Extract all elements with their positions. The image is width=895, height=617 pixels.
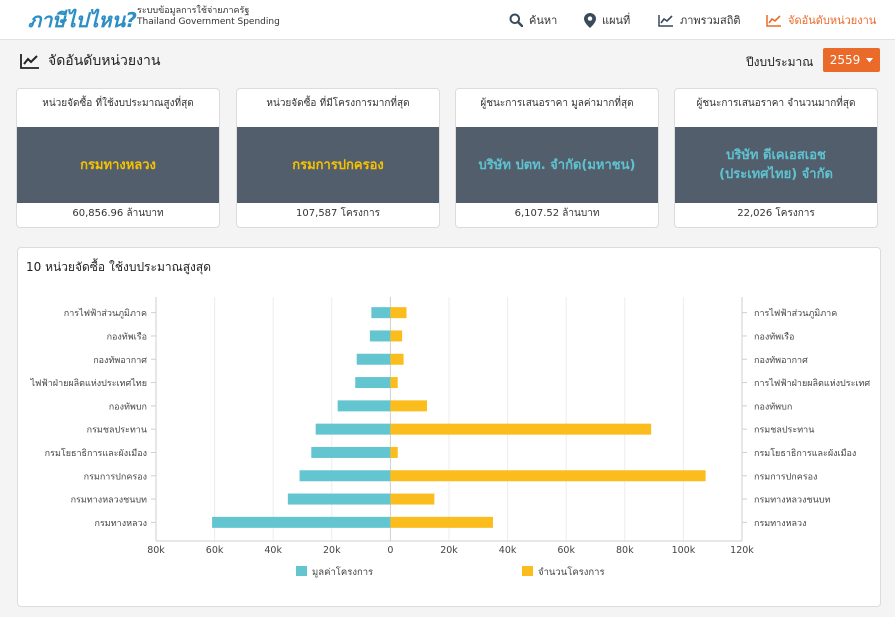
nav-overview[interactable]: ภาพรวมสถิติ xyxy=(658,11,741,29)
stat-card-name[interactable]: บริษัท ปตท. จำกัด(มหาชน) xyxy=(456,127,658,203)
brand-subtitle-english: Thailand Government Spending xyxy=(137,17,280,27)
category-label-right: กรมโยธาธิการและผังเมือง xyxy=(754,448,856,459)
bar-right-count xyxy=(390,493,435,505)
x-tick-label: 40k xyxy=(499,545,517,556)
search-icon xyxy=(509,13,523,27)
category-label-right: กองทัพอากาศ xyxy=(754,356,808,366)
legend-swatch-count xyxy=(522,566,533,576)
x-tick-label: 20k xyxy=(440,545,458,556)
x-tick-label: 60k xyxy=(557,545,575,556)
bar-left-value xyxy=(287,493,391,505)
category-label-right: การไฟฟ้าส่วนภูมิภาค xyxy=(754,308,837,319)
bar-right-count xyxy=(390,400,428,412)
category-label-right: กรมทางหลวง xyxy=(754,519,807,529)
x-tick-label: 120k xyxy=(730,545,754,556)
bar-left-value xyxy=(212,516,391,528)
x-tick-label: 0 xyxy=(387,545,393,556)
stat-card-title: หน่วยจัดซื้อ ที่มีโครงการมากที่สุด xyxy=(266,98,410,109)
line-chart-icon xyxy=(766,14,781,27)
bar-right-count xyxy=(390,307,407,319)
category-label-left: ไฟฟ้าฝ่ายผลิตแห่งประเทศไทย xyxy=(29,378,147,389)
bar-left-value xyxy=(371,307,391,319)
line-chart-icon xyxy=(20,54,39,69)
category-label-left: กรมทางหลวงชนบท xyxy=(71,496,147,506)
bar-left-value xyxy=(299,470,391,482)
stat-card-title: หน่วยจัดซื้อ ที่ใช้งบประมาณสูงที่สุด xyxy=(42,98,194,109)
category-label-left: กองทัพอากาศ xyxy=(93,356,147,366)
stat-card-top-winner-value: ผู้ชนะการเสนอราคา มูลค่ามากที่สุด บริษัท… xyxy=(455,88,659,228)
bar-right-count xyxy=(390,353,404,365)
page-title: จัดอันดับหน่วยงาน xyxy=(20,50,160,72)
category-label-right: กรมชลประทาน xyxy=(754,426,814,436)
brand-subtitle-thai: ระบบข้อมูลการใช้จ่ายภาครัฐ xyxy=(137,6,250,16)
bar-right-count xyxy=(390,470,706,482)
category-label-right: กองทัพเรือ xyxy=(754,331,794,342)
x-tick-label: 40k xyxy=(264,545,282,556)
nav-map-label: แผนที่ xyxy=(602,14,631,27)
stat-card-value: 107,587 โครงการ xyxy=(296,208,380,219)
bar-left-value xyxy=(311,446,391,458)
stat-card-value: 22,026 โครงการ xyxy=(737,208,815,219)
top10-chart-panel: 10 หน่วยจัดซื้อ ใช้งบประมาณสูงสุด 80k 60k… xyxy=(17,247,881,607)
brand-subtitle: ระบบข้อมูลการใช้จ่ายภาครัฐ Thailand Gove… xyxy=(137,6,280,28)
bar-left-value xyxy=(356,353,391,365)
category-label-left: กองทัพบก xyxy=(109,402,147,412)
caret-down-icon xyxy=(866,57,874,62)
bar-right-count xyxy=(390,446,398,458)
stat-card-value: 60,856.96 ล้านบาท xyxy=(72,208,164,219)
category-label-right: การไฟฟ้าฝ่ายผลิตแห่งประเทศ xyxy=(754,378,870,389)
nav-ranking-label: จัดอันดับหน่วยงาน xyxy=(788,14,877,27)
category-label-left: กรมทางหลวง xyxy=(95,519,148,529)
butterfly-bar-chart: 80k 60k 40k 20k 0 20k 40k 60k 80k 100k 120k การไฟฟ้… xyxy=(29,297,870,578)
category-label-right: กองทัพบก xyxy=(754,402,792,412)
x-tick-label: 60k xyxy=(206,545,224,556)
nav-overview-label: ภาพรวมสถิติ xyxy=(680,14,741,27)
stat-card-name[interactable]: บริษัท ดีเคเอสเอช (ประเทศไทย) จำกัด xyxy=(675,127,877,203)
stat-card-value: 6,107.52 ล้านบาท xyxy=(514,208,600,219)
bar-right-count xyxy=(390,423,652,435)
line-chart-icon xyxy=(658,14,673,27)
stat-card-name[interactable]: กรมการปกครอง xyxy=(237,127,439,203)
category-label-left: กรมโยธาธิการและผังเมือง xyxy=(45,448,147,459)
year-select-button[interactable]: 2559 xyxy=(823,48,880,72)
category-label-left: กรมการปกครอง xyxy=(84,472,147,482)
category-label-right: กรมการปกครอง xyxy=(754,472,817,482)
bar-left-value xyxy=(369,330,391,342)
nav-map[interactable]: แผนที่ xyxy=(584,11,630,29)
stat-card-title: ผู้ชนะการเสนอราคา จำนวนมากที่สุด xyxy=(696,98,856,109)
nav-search-label: ค้นหา xyxy=(529,14,558,27)
page-title-text: จัดอันดับหน่วยงาน xyxy=(48,53,161,69)
year-label: ปีงบประมาณ xyxy=(746,55,814,69)
brand-logo[interactable]: ภาษีไปไหน? xyxy=(28,4,137,36)
x-tick-label: 80k xyxy=(147,545,165,556)
x-tick-label: 80k xyxy=(616,545,634,556)
bar-right-count xyxy=(390,516,493,528)
stat-card-top-winner-count: ผู้ชนะการเสนอราคา จำนวนมากที่สุด บริษัท … xyxy=(674,88,878,228)
category-label-left: กองทัพเรือ xyxy=(107,331,147,342)
legend-swatch-value xyxy=(296,566,307,576)
category-label-left: กรมชลประทาน xyxy=(87,426,147,436)
category-label-right: กรมทางหลวงชนบท xyxy=(754,496,830,506)
stat-card-top-projects: หน่วยจัดซื้อ ที่มีโครงการมากที่สุด กรมกา… xyxy=(236,88,440,228)
x-tick-label: 20k xyxy=(323,545,341,556)
bar-left-value xyxy=(315,423,391,435)
top-navbar: ภาษีไปไหน? ระบบข้อมูลการใช้จ่ายภาครัฐ Th… xyxy=(0,0,895,40)
year-value: 2559 xyxy=(829,53,861,67)
bar-right-count xyxy=(390,377,398,389)
legend-label-count: จำนวนโครงการ xyxy=(538,566,605,578)
stat-card-title: ผู้ชนะการเสนอราคา มูลค่ามากที่สุด xyxy=(480,98,634,109)
x-tick-label: 100k xyxy=(672,545,696,556)
bar-left-value xyxy=(337,400,391,412)
nav-ranking[interactable]: จัดอันดับหน่วยงาน xyxy=(766,11,876,29)
bar-left-value xyxy=(355,377,391,389)
stat-card-top-budget: หน่วยจัดซื้อ ที่ใช้งบประมาณสูงที่สุด กรม… xyxy=(16,88,220,228)
stat-card-name[interactable]: กรมทางหลวง xyxy=(17,127,219,203)
map-marker-icon xyxy=(584,12,596,28)
nav-search[interactable]: ค้นหา xyxy=(509,11,557,29)
category-label-left: การไฟฟ้าส่วนภูมิภาค xyxy=(64,308,147,319)
legend-label-value: มูลค่าโครงการ xyxy=(312,566,373,578)
bar-right-count xyxy=(390,330,403,342)
